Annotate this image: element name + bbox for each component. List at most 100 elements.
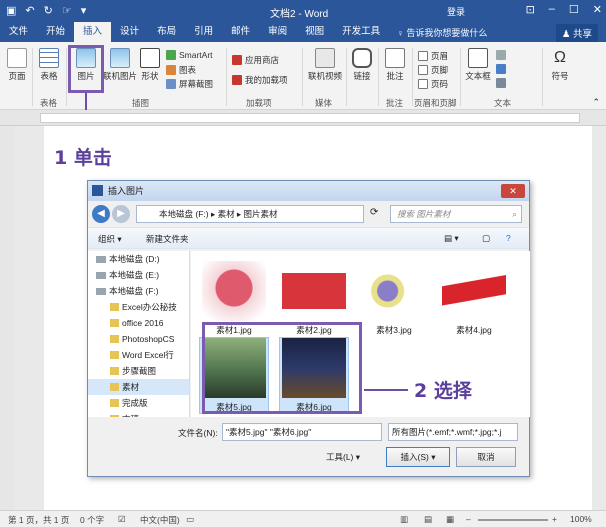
tree-item[interactable]: 完成版: [88, 395, 189, 411]
page-number-icon: [418, 79, 428, 89]
folder-icon: [110, 351, 119, 359]
file-thumbnail: [442, 261, 506, 321]
proofing-icon[interactable]: ☑: [118, 514, 126, 525]
dropcap-button[interactable]: [496, 78, 506, 88]
header-button[interactable]: 页眉: [418, 50, 448, 62]
search-input[interactable]: 搜索 图片素材 ⌕: [390, 205, 522, 223]
file-item[interactable]: 素材3.jpg: [359, 261, 429, 336]
folder-icon: [110, 383, 119, 391]
save-icon[interactable]: ▣: [6, 4, 16, 17]
insert-button[interactable]: 插入(S) ▾: [386, 447, 450, 467]
tree-item[interactable]: office 2016: [88, 315, 189, 331]
file-thumbnail: [282, 261, 346, 321]
table-button[interactable]: 表格: [36, 48, 62, 82]
wordart-button[interactable]: [496, 64, 506, 74]
print-layout-icon[interactable]: ▤: [424, 514, 432, 525]
online-picture-button[interactable]: 联机图片: [103, 48, 137, 82]
tab-file[interactable]: 文件: [0, 22, 37, 42]
tree-item[interactable]: Word Excel行: [88, 347, 189, 363]
footer-button[interactable]: 页脚: [418, 64, 448, 76]
quick-parts-button[interactable]: [496, 50, 506, 60]
online-video-button[interactable]: 联机视频: [306, 48, 344, 82]
tree-item-label: PhotoshopCS: [122, 334, 175, 344]
folder-icon: [110, 319, 119, 327]
app-store-button[interactable]: 应用商店: [232, 54, 279, 66]
help-icon[interactable]: ?: [506, 233, 511, 243]
page-icon: [7, 48, 27, 68]
tree-item[interactable]: PhotoshopCS: [88, 331, 189, 347]
read-mode-icon[interactable]: ▥: [400, 514, 408, 525]
cancel-button[interactable]: 取消: [456, 447, 516, 467]
tab-review[interactable]: 审阅: [259, 22, 296, 42]
tab-view[interactable]: 视图: [296, 22, 333, 42]
tab-mailings[interactable]: 邮件: [222, 22, 259, 42]
comment-icon: [385, 48, 405, 68]
word-app-icon: [92, 185, 103, 196]
chart-icon: [166, 65, 176, 75]
language-indicator[interactable]: 中文(中国): [140, 514, 180, 526]
smartart-button[interactable]: SmartArt: [166, 50, 213, 60]
symbol-button[interactable]: Ω 符号: [548, 48, 572, 82]
quick-access-toolbar: ▣ ↶ ↻ ☞ ▾: [6, 4, 86, 17]
zoom-out-icon[interactable]: –: [466, 514, 471, 524]
login-link[interactable]: 登录: [447, 5, 465, 18]
folder-tree: 本地磁盘 (D:) 本地磁盘 (E:) 本地磁盘 (F:) Excel办公秘技 offi…: [88, 251, 190, 417]
chart-button[interactable]: 图表: [166, 64, 196, 76]
page-number-button[interactable]: 页码: [418, 78, 448, 90]
zoom-in-icon[interactable]: +: [552, 514, 557, 524]
video-icon: [315, 48, 335, 68]
tree-item[interactable]: Excel办公秘技: [88, 299, 189, 315]
redo-icon[interactable]: ↻: [44, 4, 53, 17]
undo-icon[interactable]: ↶: [25, 4, 34, 17]
comment-button[interactable]: 批注: [382, 48, 408, 82]
folder-icon: [110, 367, 119, 375]
ribbon-display-icon[interactable]: ⊡: [526, 3, 535, 16]
link-button[interactable]: 链接: [350, 48, 374, 82]
my-addins-button[interactable]: 我的加载项: [232, 74, 288, 86]
step2-callout: 2 选择: [414, 380, 472, 402]
macro-icon[interactable]: ▭: [186, 514, 194, 525]
tab-home[interactable]: 开始: [37, 22, 74, 42]
file-item[interactable]: 素材4.jpg: [439, 261, 509, 336]
tools-menu[interactable]: 工具(L) ▾: [326, 451, 360, 463]
dialog-close-button[interactable]: ✕: [501, 184, 525, 198]
tree-item[interactable]: 本地磁盘 (E:): [88, 267, 189, 283]
tree-item[interactable]: 素材: [88, 379, 189, 395]
maximize-icon[interactable]: ☐: [569, 3, 579, 16]
tab-references[interactable]: 引用: [185, 22, 222, 42]
preview-pane-icon[interactable]: ▢: [482, 233, 490, 244]
tell-me-search[interactable]: ♀ 告诉我你想要做什么: [397, 26, 487, 39]
customize-icon[interactable]: ▾: [81, 4, 87, 17]
shapes-button[interactable]: 形状: [139, 48, 161, 82]
share-button[interactable]: ♟ 共享: [555, 24, 598, 42]
textbox-button[interactable]: 文本框: [464, 48, 492, 82]
tab-insert[interactable]: 插入: [74, 22, 112, 42]
zoom-level[interactable]: 100%: [570, 514, 592, 524]
tab-design[interactable]: 设计: [111, 22, 148, 42]
forward-button[interactable]: ▶: [112, 205, 130, 223]
new-folder-button[interactable]: 新建文件夹: [146, 233, 189, 245]
folder-icon: [110, 399, 119, 407]
refresh-icon[interactable]: ⟳: [370, 207, 378, 218]
address-bar[interactable]: 本地磁盘 (F:) ▸ 素材 ▸ 图片素材: [136, 205, 364, 223]
zoom-slider[interactable]: [478, 519, 548, 521]
close-icon[interactable]: ✕: [593, 3, 602, 16]
filetype-select[interactable]: 所有图片(*.emf;*.wmf;*.jpg;*.j: [388, 423, 518, 441]
view-options-icon[interactable]: ▤ ▾: [444, 233, 459, 244]
touch-mode-icon[interactable]: ☞: [62, 4, 72, 17]
tree-item[interactable]: 步骤截图: [88, 363, 189, 379]
tree-item[interactable]: 本地磁盘 (D:): [88, 251, 189, 267]
tab-developer[interactable]: 开发工具: [333, 22, 389, 42]
filename-input[interactable]: "素材5.jpg" "素材6.jpg": [222, 423, 382, 441]
page-button[interactable]: 页面: [6, 48, 28, 82]
address-row: ◀ ▶ 本地磁盘 (F:) ▸ 素材 ▸ 图片素材 ⟳ 搜索 图片素材 ⌕: [88, 201, 529, 227]
organize-button[interactable]: 组织 ▾: [98, 233, 122, 245]
group-label-addins: 加载项: [246, 98, 272, 108]
web-layout-icon[interactable]: ▦: [446, 514, 454, 525]
collapse-ribbon-icon[interactable]: ⌃: [592, 97, 600, 108]
back-button[interactable]: ◀: [92, 205, 110, 223]
tree-item[interactable]: 本地磁盘 (F:): [88, 283, 189, 299]
tab-layout[interactable]: 布局: [148, 22, 185, 42]
screenshot-button[interactable]: 屏幕截图: [166, 78, 213, 90]
minimize-icon[interactable]: –: [549, 3, 555, 16]
